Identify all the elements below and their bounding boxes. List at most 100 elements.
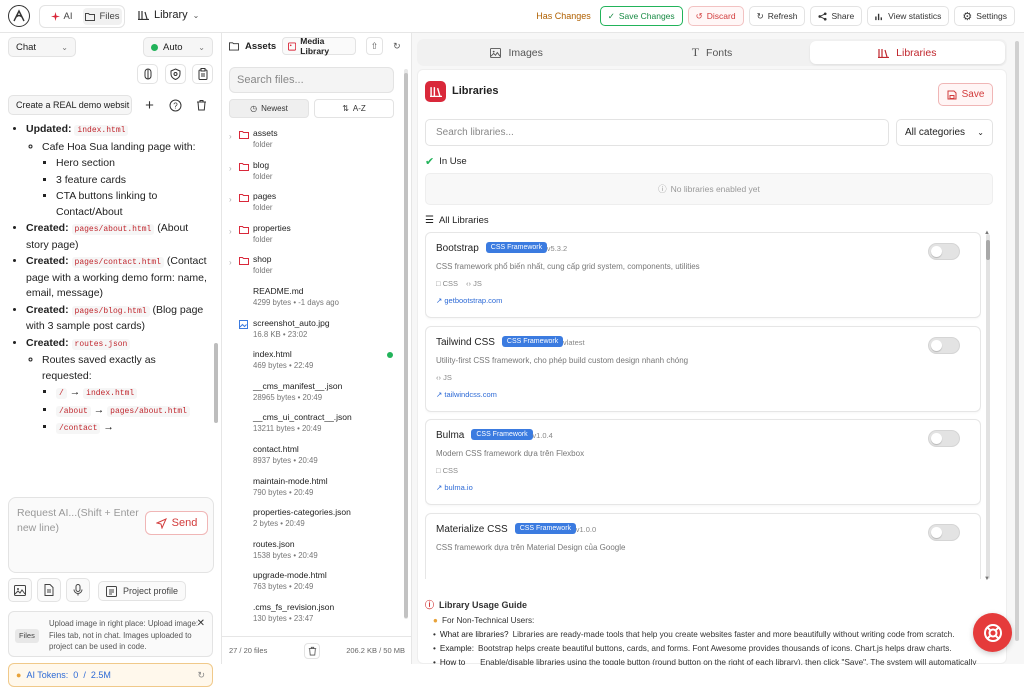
file-meta: 13211 bytes • 20:49 [253, 424, 322, 434]
mode-tab-ai[interactable]: AI [42, 8, 81, 25]
microphone-icon [73, 584, 83, 596]
created-label: Created: [26, 222, 69, 234]
file-item[interactable]: __cms_manifest__.json 28965 bytes • 20:49 [229, 379, 397, 411]
logo-icon[interactable] [8, 5, 30, 27]
voice-input-button[interactable] [66, 578, 90, 602]
upload-info-box: Files Upload image in right place: Uploa… [8, 611, 213, 657]
file-item[interactable]: index.html 469 bytes • 22:49 [229, 347, 397, 379]
file-name: maintain-mode.html [253, 475, 328, 486]
scroll-up-icon[interactable]: ▲ [984, 230, 990, 236]
message-item: Routes saved exactly as requested: / → i… [42, 353, 208, 437]
clock-icon: ◷ [250, 104, 258, 113]
file-item[interactable]: upgrade-mode.html 763 bytes • 20:49 [229, 568, 397, 600]
chevron-down-icon: ⌄ [977, 128, 984, 137]
files-scrollbar[interactable] [404, 73, 408, 618]
list-item: Hero section [56, 156, 208, 172]
model-value: Auto [163, 41, 183, 53]
library-link[interactable]: ↗ getbootstrap.com [436, 296, 502, 305]
chat-mode-select[interactable]: Chat ⌄ [8, 37, 76, 57]
library-toggle[interactable] [928, 430, 960, 447]
route-item: /contact → [56, 420, 208, 437]
save-button[interactable]: Save [938, 83, 993, 106]
file-item[interactable]: README.md 4299 bytes • -1 days ago [229, 284, 397, 316]
chat-mode-value: Chat [16, 41, 37, 53]
file-icon: □ [436, 466, 443, 475]
refresh-icon[interactable]: ↻ [389, 37, 405, 55]
library-name: Materialize CSS [436, 523, 508, 535]
library-search-input[interactable]: Search libraries... [425, 119, 889, 146]
page-scrollbar[interactable] [1015, 41, 1019, 641]
file-item[interactable]: .cms_fs_revision.json 130 bytes • 23:47 [229, 600, 397, 632]
help-float-button[interactable] [973, 613, 1012, 652]
chat-scrollbar[interactable] [214, 343, 218, 423]
view-statistics-button[interactable]: View statistics [867, 6, 950, 26]
file-item[interactable]: __cms_ui_contract__.json 13211 bytes • 20… [229, 410, 397, 442]
scroll-down-icon[interactable]: ▼ [984, 576, 990, 582]
file-icon [44, 584, 54, 596]
file-meta: folder [253, 171, 273, 181]
library-toggle[interactable] [928, 523, 960, 541]
library-description: Modern CSS framework dựa trên Flexbox [436, 449, 585, 458]
file-item[interactable]: properties-categories.json 2 bytes • 20:4… [229, 505, 397, 537]
tab-libraries[interactable]: Libraries [809, 41, 1005, 64]
close-icon[interactable]: ✕ [197, 618, 205, 630]
capsule-button[interactable] [137, 64, 158, 84]
guide-subtitle-text: For Non-Technical Users: [441, 616, 535, 625]
folder-item[interactable]: › properties folder [229, 221, 397, 253]
guide-title: ⓘ Library Usage Guide [425, 598, 993, 612]
view-statistics-label: View statistics [888, 11, 942, 21]
folder-item[interactable]: › assets folder [229, 126, 397, 158]
library-url: getbootstrap.com [444, 296, 503, 305]
tab-images[interactable]: Images [419, 41, 614, 64]
files-search-input[interactable]: Search files... [229, 67, 394, 93]
save-changes-button[interactable]: ✓ Save Changes [599, 6, 683, 26]
share-button[interactable]: Share [810, 6, 863, 26]
library-link[interactable]: ↗ tailwindcss.com [436, 390, 497, 399]
css-type: □ CSS [436, 279, 458, 288]
chat-input[interactable]: Request AI...(Shift + Enter new line) Se… [8, 497, 214, 573]
add-project-button[interactable]: + [139, 95, 160, 115]
settings-button[interactable]: ⚙ Settings [954, 6, 1015, 26]
project-profile-button[interactable]: Project profile [98, 581, 187, 601]
library-scrollbar[interactable] [986, 240, 990, 260]
library-types: □ CSS [436, 466, 458, 475]
folder-item[interactable]: › pages folder [229, 189, 397, 221]
refresh-icon[interactable]: ↻ [197, 670, 205, 681]
route-item: /about → pages/about.html [56, 403, 208, 420]
clipboard-button[interactable] [192, 64, 213, 84]
sort-az-button[interactable]: ⇅ A-Z [314, 99, 394, 118]
file-item[interactable]: contact.html 8937 bytes • 20:49 [229, 442, 397, 474]
library-toggle[interactable] [928, 243, 960, 260]
refresh-button[interactable]: ↻ Refresh [748, 6, 806, 26]
trash-icon[interactable] [304, 643, 320, 659]
upload-icon[interactable]: ⇧ [366, 37, 383, 55]
library-selector[interactable]: Library ⌄ [138, 9, 199, 21]
sort-newest-button[interactable]: ◷ Newest [229, 99, 309, 118]
discard-button[interactable]: ↺ Discard [687, 6, 744, 26]
folder-item[interactable]: › shop folder [229, 252, 397, 284]
media-library-button[interactable]: Media Library [282, 36, 357, 56]
attach-file-button[interactable] [37, 578, 61, 602]
shield-button[interactable] [165, 64, 186, 84]
category-select[interactable]: All categories ⌄ [896, 119, 993, 146]
project-select[interactable]: Create a REAL demo websit [8, 95, 132, 115]
delete-project-button[interactable] [191, 95, 212, 115]
shield-icon [170, 68, 181, 80]
all-libraries-label: All Libraries [438, 215, 489, 226]
file-item[interactable]: routes.json 1538 bytes • 20:49 [229, 537, 397, 569]
folder-item[interactable]: › blog folder [229, 158, 397, 190]
model-select[interactable]: Auto ⌄ [143, 37, 213, 57]
list-item: CTA buttons linking to Contact/About [56, 189, 208, 220]
library-toggle[interactable] [928, 336, 960, 354]
mode-tab-files[interactable]: Files [83, 8, 122, 25]
help-button[interactable]: ? [165, 95, 186, 115]
library-link[interactable]: ↗ bulma.io [436, 483, 473, 492]
file-item[interactable]: screenshot_auto.jpg 16.8 KB • 23:02 [229, 316, 397, 348]
active-dot-icon [387, 352, 393, 359]
guide-row: • What are libraries? Libraries are read… [425, 628, 993, 642]
file-item[interactable]: maintain-mode.html 790 bytes • 20:49 [229, 474, 397, 506]
tab-fonts[interactable]: T Fonts [614, 41, 809, 64]
chat-input-placeholder: Request AI...(Shift + Enter new line) [17, 507, 139, 534]
send-button[interactable]: Send [145, 511, 208, 535]
attach-image-button[interactable] [8, 578, 32, 602]
